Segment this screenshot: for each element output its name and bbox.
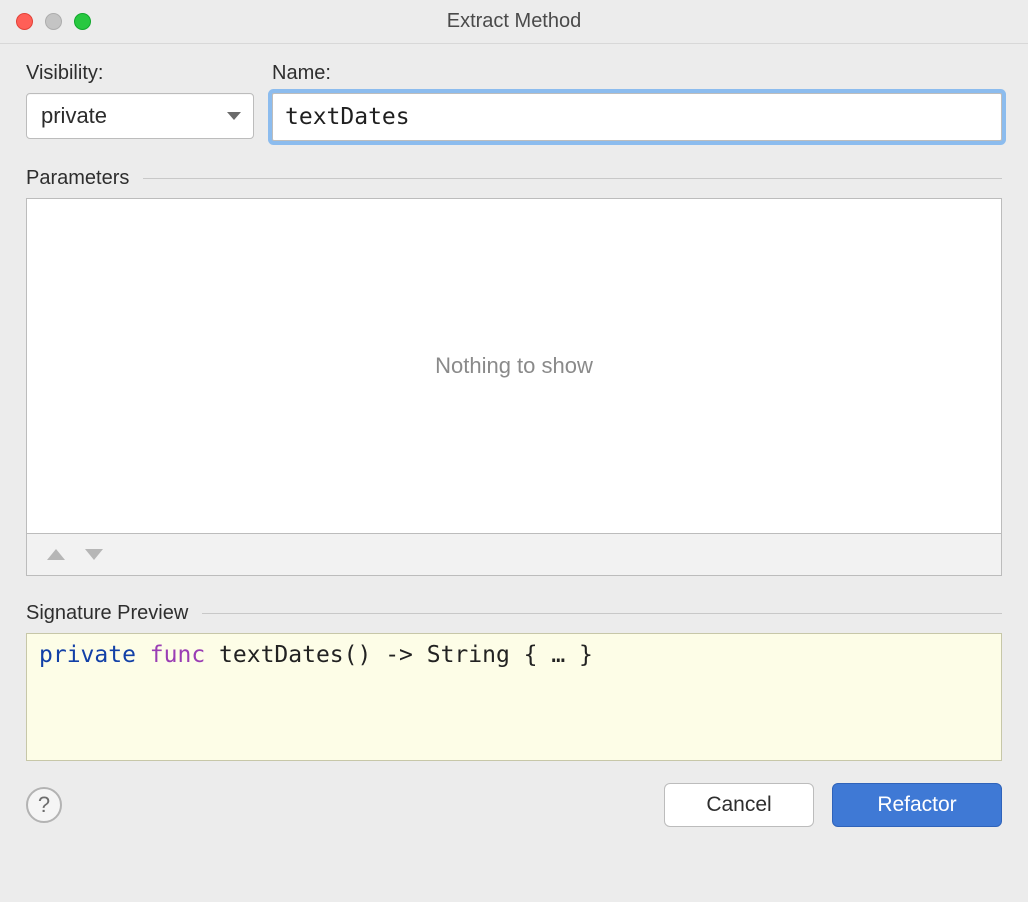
window-title: Extract Method xyxy=(0,10,1028,33)
signature-func-keyword: func xyxy=(150,642,205,668)
signature-heading: Signature Preview xyxy=(26,602,188,625)
move-down-icon[interactable] xyxy=(85,549,103,560)
move-up-icon[interactable] xyxy=(47,549,65,560)
name-input[interactable] xyxy=(272,93,1002,141)
name-label: Name: xyxy=(272,62,1002,85)
parameters-section-header: Parameters xyxy=(26,167,1002,190)
parameters-empty-text: Nothing to show xyxy=(435,353,593,379)
window-minimize-button xyxy=(45,13,62,30)
titlebar: Extract Method xyxy=(0,0,1028,44)
divider xyxy=(143,178,1002,179)
parameters-list[interactable]: Nothing to show xyxy=(26,198,1002,534)
help-button[interactable]: ? xyxy=(26,787,62,823)
signature-preview: private func textDates() -> String { … } xyxy=(26,633,1002,761)
visibility-label: Visibility: xyxy=(26,62,254,85)
signature-modifier: private xyxy=(39,642,136,668)
visibility-value: private xyxy=(41,103,107,129)
refactor-button[interactable]: Refactor xyxy=(832,783,1002,827)
visibility-select[interactable]: private xyxy=(26,93,254,139)
parameters-toolbar xyxy=(26,534,1002,576)
window-close-button[interactable] xyxy=(16,13,33,30)
traffic-lights xyxy=(0,13,91,30)
signature-section-header: Signature Preview xyxy=(26,602,1002,625)
signature-rest: textDates() -> String { … } xyxy=(205,642,593,668)
window-zoom-button[interactable] xyxy=(74,13,91,30)
divider xyxy=(202,613,1002,614)
parameters-heading: Parameters xyxy=(26,167,129,190)
cancel-button[interactable]: Cancel xyxy=(664,783,814,827)
chevron-down-icon xyxy=(227,112,241,120)
